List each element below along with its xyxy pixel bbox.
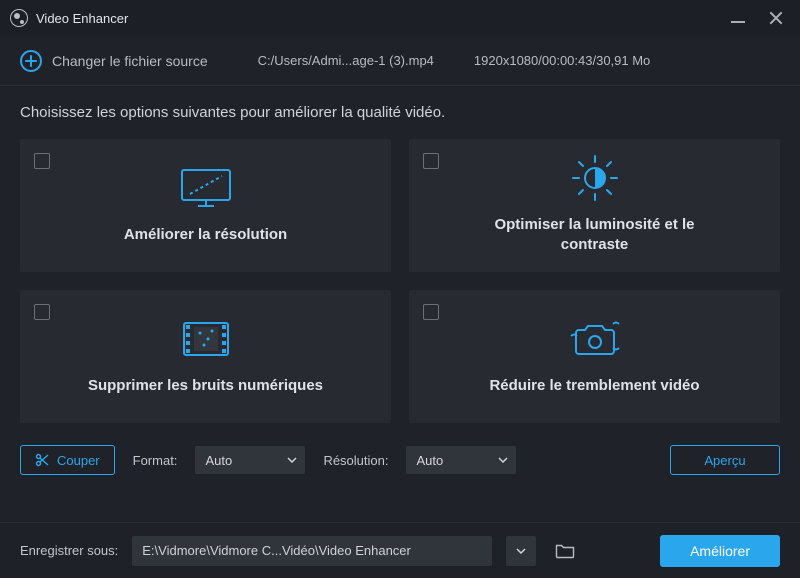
checkbox[interactable] [34,304,50,320]
preview-button-label: Aperçu [704,453,745,468]
close-button[interactable] [768,10,784,26]
checkbox[interactable] [423,304,439,320]
card-remove-noise[interactable]: Supprimer les bruits numériques [20,290,391,423]
option-row: Couper Format: Auto Résolution: Auto Ape… [20,445,780,475]
app-title: Video Enhancer [36,11,128,26]
folder-icon [555,543,575,559]
format-dropdown[interactable]: Auto [195,446,305,474]
chevron-down-icon [516,548,526,554]
source-path: C:/Users/Admi...age-1 (3).mp4 [258,53,434,68]
monitor-upscale-icon [176,163,236,213]
window-controls [730,10,790,26]
checkbox[interactable] [423,153,439,169]
card-reduce-shaking[interactable]: Réduire le tremblement vidéo [409,290,780,423]
plus-circle-icon[interactable] [20,50,42,72]
save-path-field[interactable]: E:\Vidmore\Vidmore C...Vidéo\Video Enhan… [132,536,492,566]
cut-button[interactable]: Couper [20,445,115,475]
chevron-down-icon [287,457,297,463]
option-cards: Améliorer la résolution [20,139,780,423]
open-folder-button[interactable] [550,536,580,566]
resolution-dropdown[interactable]: Auto [406,446,516,474]
intro-text: Choisissez les options suivantes pour am… [20,104,780,121]
card-label: Supprimer les bruits numériques [88,376,323,396]
brightness-icon [569,153,621,203]
minimize-button[interactable] [730,10,746,26]
format-value: Auto [205,453,232,468]
main-area: Choisissez les options suivantes pour am… [0,86,800,522]
card-label: Optimiser la luminosité et le contraste [465,215,725,254]
card-brightness-contrast[interactable]: Optimiser la luminosité et le contraste [409,139,780,272]
source-bar: Changer le fichier source C:/Users/Admi.… [0,36,800,86]
film-noise-icon [178,314,234,364]
footer-bar: Enregistrer sous: E:\Vidmore\Vidmore C..… [0,522,800,578]
change-source-link[interactable]: Changer le fichier source [52,53,208,69]
cut-button-label: Couper [57,453,100,468]
card-label: Améliorer la résolution [124,225,287,245]
preview-button[interactable]: Aperçu [670,445,780,475]
resolution-value: Auto [416,453,443,468]
enhance-button-label: Améliorer [690,543,750,559]
camera-shake-icon [565,314,625,364]
save-path-dropdown[interactable] [506,536,536,566]
format-label: Format: [133,453,178,468]
chevron-down-icon [498,457,508,463]
app-logo-icon [10,9,28,27]
save-label: Enregistrer sous: [20,543,118,558]
title-bar: Video Enhancer [0,0,800,36]
card-label: Réduire le tremblement vidéo [489,376,699,396]
scissors-icon [35,453,49,467]
enhance-button[interactable]: Améliorer [660,535,780,567]
card-upscale-resolution[interactable]: Améliorer la résolution [20,139,391,272]
source-meta: 1920x1080/00:00:43/30,91 Mo [474,53,650,68]
save-path-value: E:\Vidmore\Vidmore C...Vidéo\Video Enhan… [142,543,411,558]
checkbox[interactable] [34,153,50,169]
resolution-label: Résolution: [323,453,388,468]
